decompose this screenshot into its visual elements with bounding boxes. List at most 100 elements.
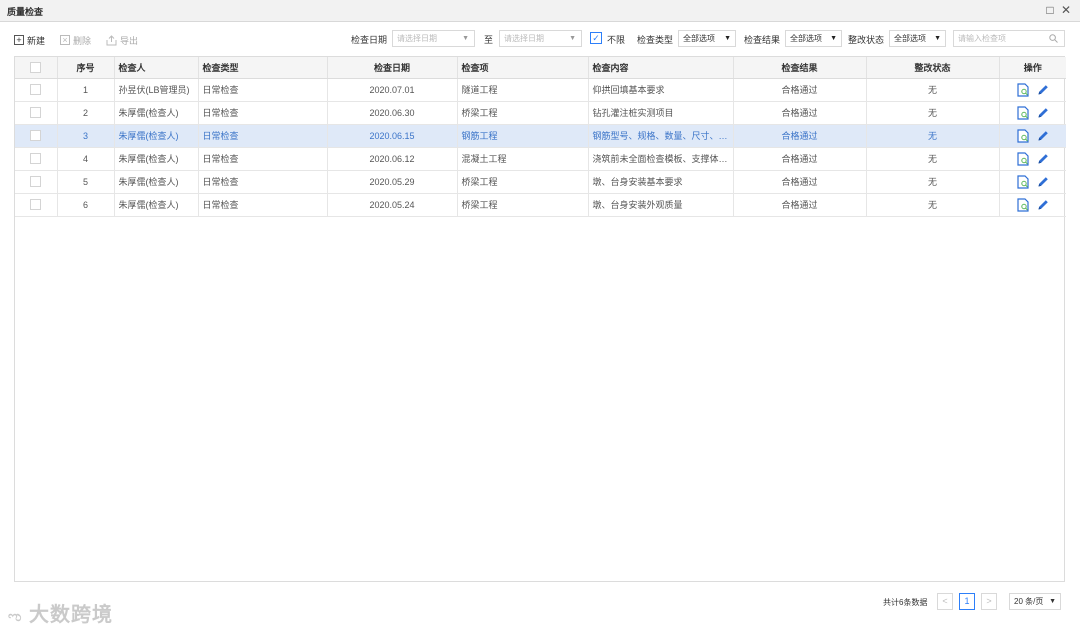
type-filter-select[interactable]: 全部选项 ▼	[678, 30, 736, 47]
row-no: 3	[57, 124, 115, 148]
view-detail-icon[interactable]	[1016, 174, 1030, 189]
row-select-cell[interactable]	[15, 170, 58, 194]
column-header-status[interactable]: 整改状态	[866, 57, 1000, 79]
column-header-content[interactable]: 检查内容	[588, 57, 734, 79]
new-button[interactable]: + 新建	[14, 33, 45, 47]
column-header-no[interactable]: 序号	[57, 57, 115, 79]
row-date: 2020.05.29	[327, 170, 458, 194]
row-status: 无	[866, 124, 1000, 148]
row-checkbox[interactable]	[30, 84, 42, 96]
row-select-cell[interactable]	[15, 101, 58, 125]
view-detail-icon[interactable]	[1016, 82, 1030, 97]
total-count: 共计6条数据	[883, 598, 928, 607]
row-type: 日常检查	[198, 147, 328, 171]
date-to-label: 至	[484, 35, 494, 45]
row-item: 隧道工程	[457, 78, 589, 102]
column-header-type[interactable]: 检查类型	[198, 57, 328, 79]
row-checkbox[interactable]	[30, 153, 42, 165]
table-row[interactable]: 2 朱厚儒(检查人) 日常检查 2020.06.30 桥梁工程 钻孔灌注桩实测项目 合格通过…	[15, 101, 1066, 125]
row-status: 无	[866, 78, 1000, 102]
date-start-input[interactable]: 请选择日期 ▼	[392, 30, 475, 47]
result-filter-value: 全部选项	[790, 34, 822, 43]
edit-pencil-icon[interactable]	[1036, 175, 1050, 189]
select-all-checkbox[interactable]	[30, 61, 42, 73]
column-header-result[interactable]: 检查结果	[733, 57, 867, 79]
row-select-cell[interactable]	[15, 193, 58, 217]
check-icon: ✓	[592, 32, 600, 43]
row-status: 无	[866, 101, 1000, 125]
result-filter-select[interactable]: 全部选项 ▼	[785, 30, 842, 47]
result-filter-label: 检查结果	[744, 35, 781, 45]
edit-pencil-icon[interactable]	[1036, 152, 1050, 166]
row-result: 合格通过	[733, 124, 867, 148]
title-bar: 质量检查 □ ✕	[0, 0, 1080, 22]
row-item: 钢筋工程	[457, 124, 589, 148]
row-item: 桥梁工程	[457, 101, 589, 125]
rectify-filter-select[interactable]: 全部选项 ▼	[889, 30, 946, 47]
column-header-inspector[interactable]: 检查人	[114, 57, 199, 79]
row-no: 2	[57, 101, 115, 125]
rectify-filter-value: 全部选项	[894, 34, 926, 43]
chevron-left-icon: <	[942, 596, 948, 606]
next-page-button[interactable]: >	[981, 593, 997, 610]
view-detail-icon[interactable]	[1016, 105, 1030, 120]
row-checkbox[interactable]	[30, 107, 42, 119]
close-icon[interactable]: ✕	[1059, 3, 1073, 17]
column-header-date[interactable]: 检查日期	[327, 57, 458, 79]
page-button-current[interactable]: 1	[959, 593, 975, 610]
row-actions	[999, 78, 1066, 102]
row-result: 合格通过	[733, 193, 867, 217]
column-header-actions: 操作	[999, 57, 1066, 79]
view-detail-icon[interactable]	[1016, 197, 1030, 212]
table-row[interactable]: 5 朱厚儒(检查人) 日常检查 2020.05.29 桥梁工程 墩、台身安装基本要求 合格通…	[15, 170, 1066, 194]
delete-button-label: 删除	[73, 35, 92, 46]
edit-pencil-icon[interactable]	[1036, 106, 1050, 120]
search-icon	[1049, 34, 1058, 43]
row-checkbox[interactable]	[30, 199, 42, 211]
date-start-placeholder: 请选择日期	[397, 34, 437, 43]
row-content: 墩、台身安装外观质量	[588, 193, 734, 217]
row-date: 2020.07.01	[327, 78, 458, 102]
edit-pencil-icon[interactable]	[1036, 83, 1050, 97]
row-result: 合格通过	[733, 78, 867, 102]
row-select-cell[interactable]	[15, 78, 58, 102]
chevron-down-icon: ▼	[462, 35, 469, 42]
table-row[interactable]: 6 朱厚儒(检查人) 日常检查 2020.05.24 桥梁工程 墩、台身安装外观质量 合格通…	[15, 193, 1066, 217]
row-inspector: 朱厚儒(检查人)	[114, 170, 199, 194]
watermark-logo-icon: ಌ	[8, 608, 23, 624]
row-type: 日常检查	[198, 170, 328, 194]
row-item: 桥梁工程	[457, 170, 589, 194]
type-filter-value: 全部选项	[683, 34, 715, 43]
edit-pencil-icon[interactable]	[1036, 129, 1050, 143]
edit-pencil-icon[interactable]	[1036, 198, 1050, 212]
view-detail-icon[interactable]	[1016, 151, 1030, 166]
select-all-cell[interactable]	[15, 57, 58, 79]
row-checkbox[interactable]	[30, 130, 42, 142]
row-content: 墩、台身安装基本要求	[588, 170, 734, 194]
column-header-item[interactable]: 检查项	[457, 57, 589, 79]
prev-page-button[interactable]: <	[937, 593, 953, 610]
search-input[interactable]: 请输入检查项	[953, 30, 1065, 47]
table-row[interactable]: 1 孙昱伏(LB管理员) 日常检查 2020.07.01 隧道工程 仰拱回填基本要求 合格通…	[15, 78, 1066, 102]
export-button[interactable]: 导出	[106, 33, 138, 47]
row-checkbox[interactable]	[30, 176, 42, 188]
date-end-input[interactable]: 请选择日期 ▼	[499, 30, 582, 47]
row-inspector: 朱厚儒(检查人)	[114, 193, 199, 217]
row-inspector: 朱厚儒(检查人)	[114, 124, 199, 148]
row-result: 合格通过	[733, 147, 867, 171]
row-inspector: 朱厚儒(检查人)	[114, 101, 199, 125]
row-select-cell[interactable]	[15, 124, 58, 148]
unlimited-checkbox[interactable]: ✓	[590, 32, 602, 44]
chevron-down-icon: ▼	[569, 35, 576, 42]
table-row[interactable]: 4 朱厚儒(检查人) 日常检查 2020.06.12 混凝土工程 浇筑前未全面检查模板、支…	[15, 147, 1066, 171]
page-size-select[interactable]: 20 条/页 ▼	[1009, 593, 1061, 610]
row-select-cell[interactable]	[15, 147, 58, 171]
row-type: 日常检查	[198, 78, 328, 102]
delete-button[interactable]: × 删除	[60, 33, 91, 47]
plus-icon: +	[14, 35, 24, 45]
watermark: ಌ 大数跨境	[8, 598, 113, 627]
table-header-row: 序号 检查人 检查类型 检查日期 检查项 检查内容 检查结果 整改状态 操作	[15, 57, 1066, 79]
maximize-icon[interactable]: □	[1043, 3, 1057, 17]
table-row[interactable]: 3 朱厚儒(检查人) 日常检查 2020.06.15 钢筋工程 钢筋型号、规格、数量、尺寸…	[15, 124, 1066, 148]
view-detail-icon[interactable]	[1016, 128, 1030, 143]
